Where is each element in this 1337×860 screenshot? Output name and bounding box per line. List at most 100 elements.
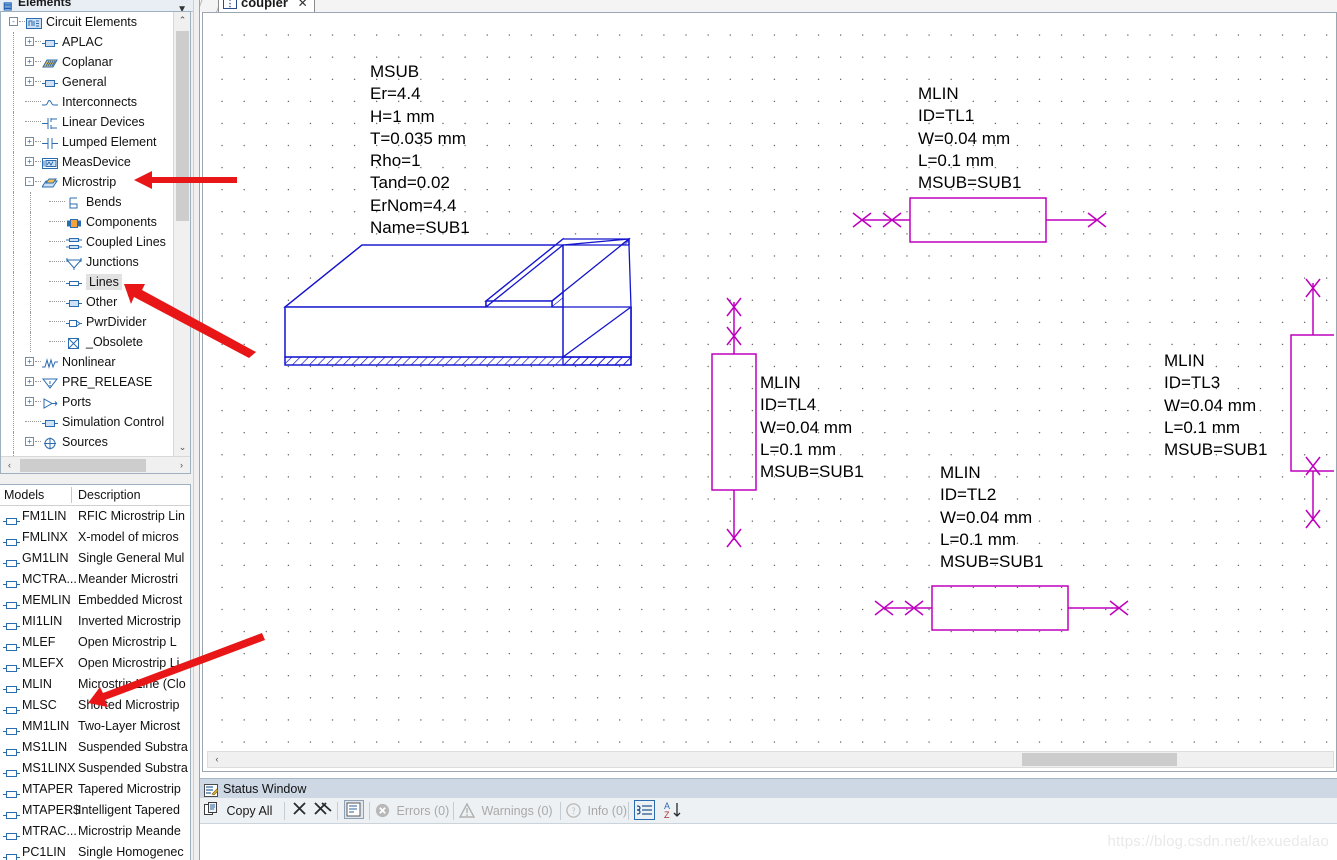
model-row[interactable]: FM1LIN RFIC Microstrip Lin [0,506,190,527]
tree-expander[interactable]: + [25,357,34,366]
tree-hscroll-thumb[interactable] [20,459,146,472]
model-name: MS1LINX [22,761,76,775]
element-tree[interactable]: - Circuit Elements + APLAC + Coplanar + General… [0,11,191,474]
tree-item-circuit-elements[interactable]: - Circuit Elements [1,12,173,32]
microstrip-line-icon [3,680,20,693]
tree-guide [13,92,14,112]
model-name: FM1LIN [22,509,67,523]
tree-item-obsolete[interactable]: _Obsolete [1,332,173,352]
components-icon [66,216,82,229]
model-row[interactable]: MLEF Open Microstrip L [0,632,190,653]
tree-item-nonlinear[interactable]: + Nonlinear [1,352,173,372]
clear-all-icon[interactable] [311,800,333,822]
tree-item-measdevice[interactable]: + MeasDevice [1,152,173,172]
model-name: MCTRA... [22,572,77,586]
canvas-horizontal-scrollbar[interactable]: ‹ [207,751,1334,768]
model-row[interactable]: PC1LIN Single Homogenec [0,842,190,860]
model-row[interactable]: MS1LINX Suspended Substra [0,758,190,779]
tree-item-pre-release[interactable]: + PRE_RELEASE [1,372,173,392]
warnings-button[interactable]: Warnings (0) [458,800,553,822]
model-row[interactable]: MTAPER Tapered Microstrip [0,779,190,800]
scroll-left-icon[interactable]: ‹ [1,457,18,473]
tree-guide [13,32,14,52]
tree-item-linear-devices[interactable]: Linear Devices [1,112,173,132]
tree-item-general[interactable]: + General [1,72,173,92]
scroll-up-icon[interactable]: ⌃ [174,12,190,29]
tree-item-coupled-lines[interactable]: Coupled Lines [1,232,173,252]
tree-item-aplac[interactable]: + APLAC [1,32,173,52]
models-column-header[interactable]: Models [0,485,44,506]
model-row[interactable]: MTRAC... Microstrip Meande [0,821,190,842]
tree-guide [30,312,31,332]
tree-expander[interactable]: + [25,437,34,446]
clear-icon[interactable] [289,800,309,822]
mlin-tl2-symbol[interactable] [207,17,1334,752]
close-icon[interactable]: ✕ [298,0,308,10]
model-name: MM1LIN [22,719,70,733]
tree-guide [13,332,14,352]
tree-item-simulation-control[interactable]: Simulation Control [1,412,173,432]
model-row[interactable]: MS1LIN Suspended Substra [0,737,190,758]
tree-horizontal-scrollbar[interactable]: ‹ › [1,456,190,473]
tree-item-label: Circuit Elements [46,15,137,29]
model-row[interactable]: MEMLIN Embedded Microst [0,590,190,611]
model-row[interactable]: MLEFX Open Microstrip Li [0,653,190,674]
log-icon[interactable] [342,800,366,822]
scroll-down-icon[interactable]: ⌄ [174,439,190,456]
canvas-hscroll-thumb[interactable] [1022,753,1177,766]
tree-expander[interactable]: + [25,57,34,66]
tab-coupler[interactable]: ⋮ coupler ✕ [218,0,315,12]
model-row[interactable]: GM1LIN Single General Mul [0,548,190,569]
info-button[interactable]: ? Info (0) [566,800,627,822]
model-row[interactable]: FMLINX X-model of micros [0,527,190,548]
tree-expander[interactable]: + [25,137,34,146]
tree-vertical-scrollbar[interactable]: ⌃ ⌄ [173,12,190,456]
column-divider[interactable] [71,487,72,503]
tree-item-label: Junctions [86,255,139,269]
tree-expander[interactable]: + [25,397,34,406]
tree-item-interconnects[interactable]: Interconnects [1,92,173,112]
tree-expander[interactable]: + [25,157,34,166]
panel-splitter[interactable] [193,0,200,860]
sort-az-icon[interactable]: A Z [662,800,686,822]
rect-element-icon [42,36,58,49]
tree-item-sources[interactable]: + Sources [1,432,173,452]
tree-expander[interactable]: - [25,177,34,186]
mlin-tl2-text[interactable]: MLIN ID=TL2 W=0.04 mm L=0.1 mm MSUB=SUB1 [940,462,1043,573]
tree-item-junctions[interactable]: Junctions [1,252,173,272]
model-description: Shorted Microstrip [78,698,180,712]
schematic-canvas[interactable]: MSUB Er=4.4 H=1 mm T=0.035 mm Rho=1 Tand… [207,17,1334,752]
tree-item-bends[interactable]: Bends [1,192,173,212]
model-row[interactable]: MLIN Microstrip Line (Clo [0,674,190,695]
tree-item-lines[interactable]: Lines [1,272,173,292]
tree-expander[interactable]: - [9,17,18,26]
canvas-scroll-left-icon[interactable]: ‹ [209,752,225,767]
rect-element-icon [66,296,82,309]
model-row[interactable]: MTAPER$ Intelligent Tapered [0,800,190,821]
tree-item-microstrip[interactable]: - Microstrip [1,172,173,192]
model-row[interactable]: MLSC Shorted Microstrip [0,695,190,716]
tree-item-components[interactable]: Components [1,212,173,232]
tree-scroll-thumb[interactable] [176,31,189,221]
description-column-header[interactable]: Description [74,485,141,506]
models-list[interactable]: Models Description FM1LIN RFIC Microstrip… [0,484,191,860]
model-row[interactable]: MM1LIN Two-Layer Microst [0,716,190,737]
tree-item-lumped-element[interactable]: + Lumped Element [1,132,173,152]
tree-item-ports[interactable]: + Ports [1,392,173,412]
model-row[interactable]: MCTRA... Meander Microstri [0,569,190,590]
tree-item-other[interactable]: Other [1,292,173,312]
tree-item-coplanar[interactable]: + Coplanar [1,52,173,72]
copy-all-button[interactable]: Copy All [204,800,272,822]
group-list-icon[interactable] [634,800,658,822]
tree-expander[interactable]: + [25,37,34,46]
errors-button[interactable]: Errors (0) [375,800,449,822]
tree-expander[interactable]: + [25,77,34,86]
microstrip-line-icon [3,659,20,672]
watermark: https://blog.csdn.net/kexuedalao [1107,833,1329,850]
model-row[interactable]: MI1LIN Inverted Microstrip [0,611,190,632]
tree-item-pwrdivider[interactable]: PwrDivider [1,312,173,332]
tree-expander[interactable]: + [25,377,34,386]
tree-connector [49,261,65,262]
status-window-icon [204,783,219,797]
scroll-right-icon[interactable]: › [173,457,190,473]
